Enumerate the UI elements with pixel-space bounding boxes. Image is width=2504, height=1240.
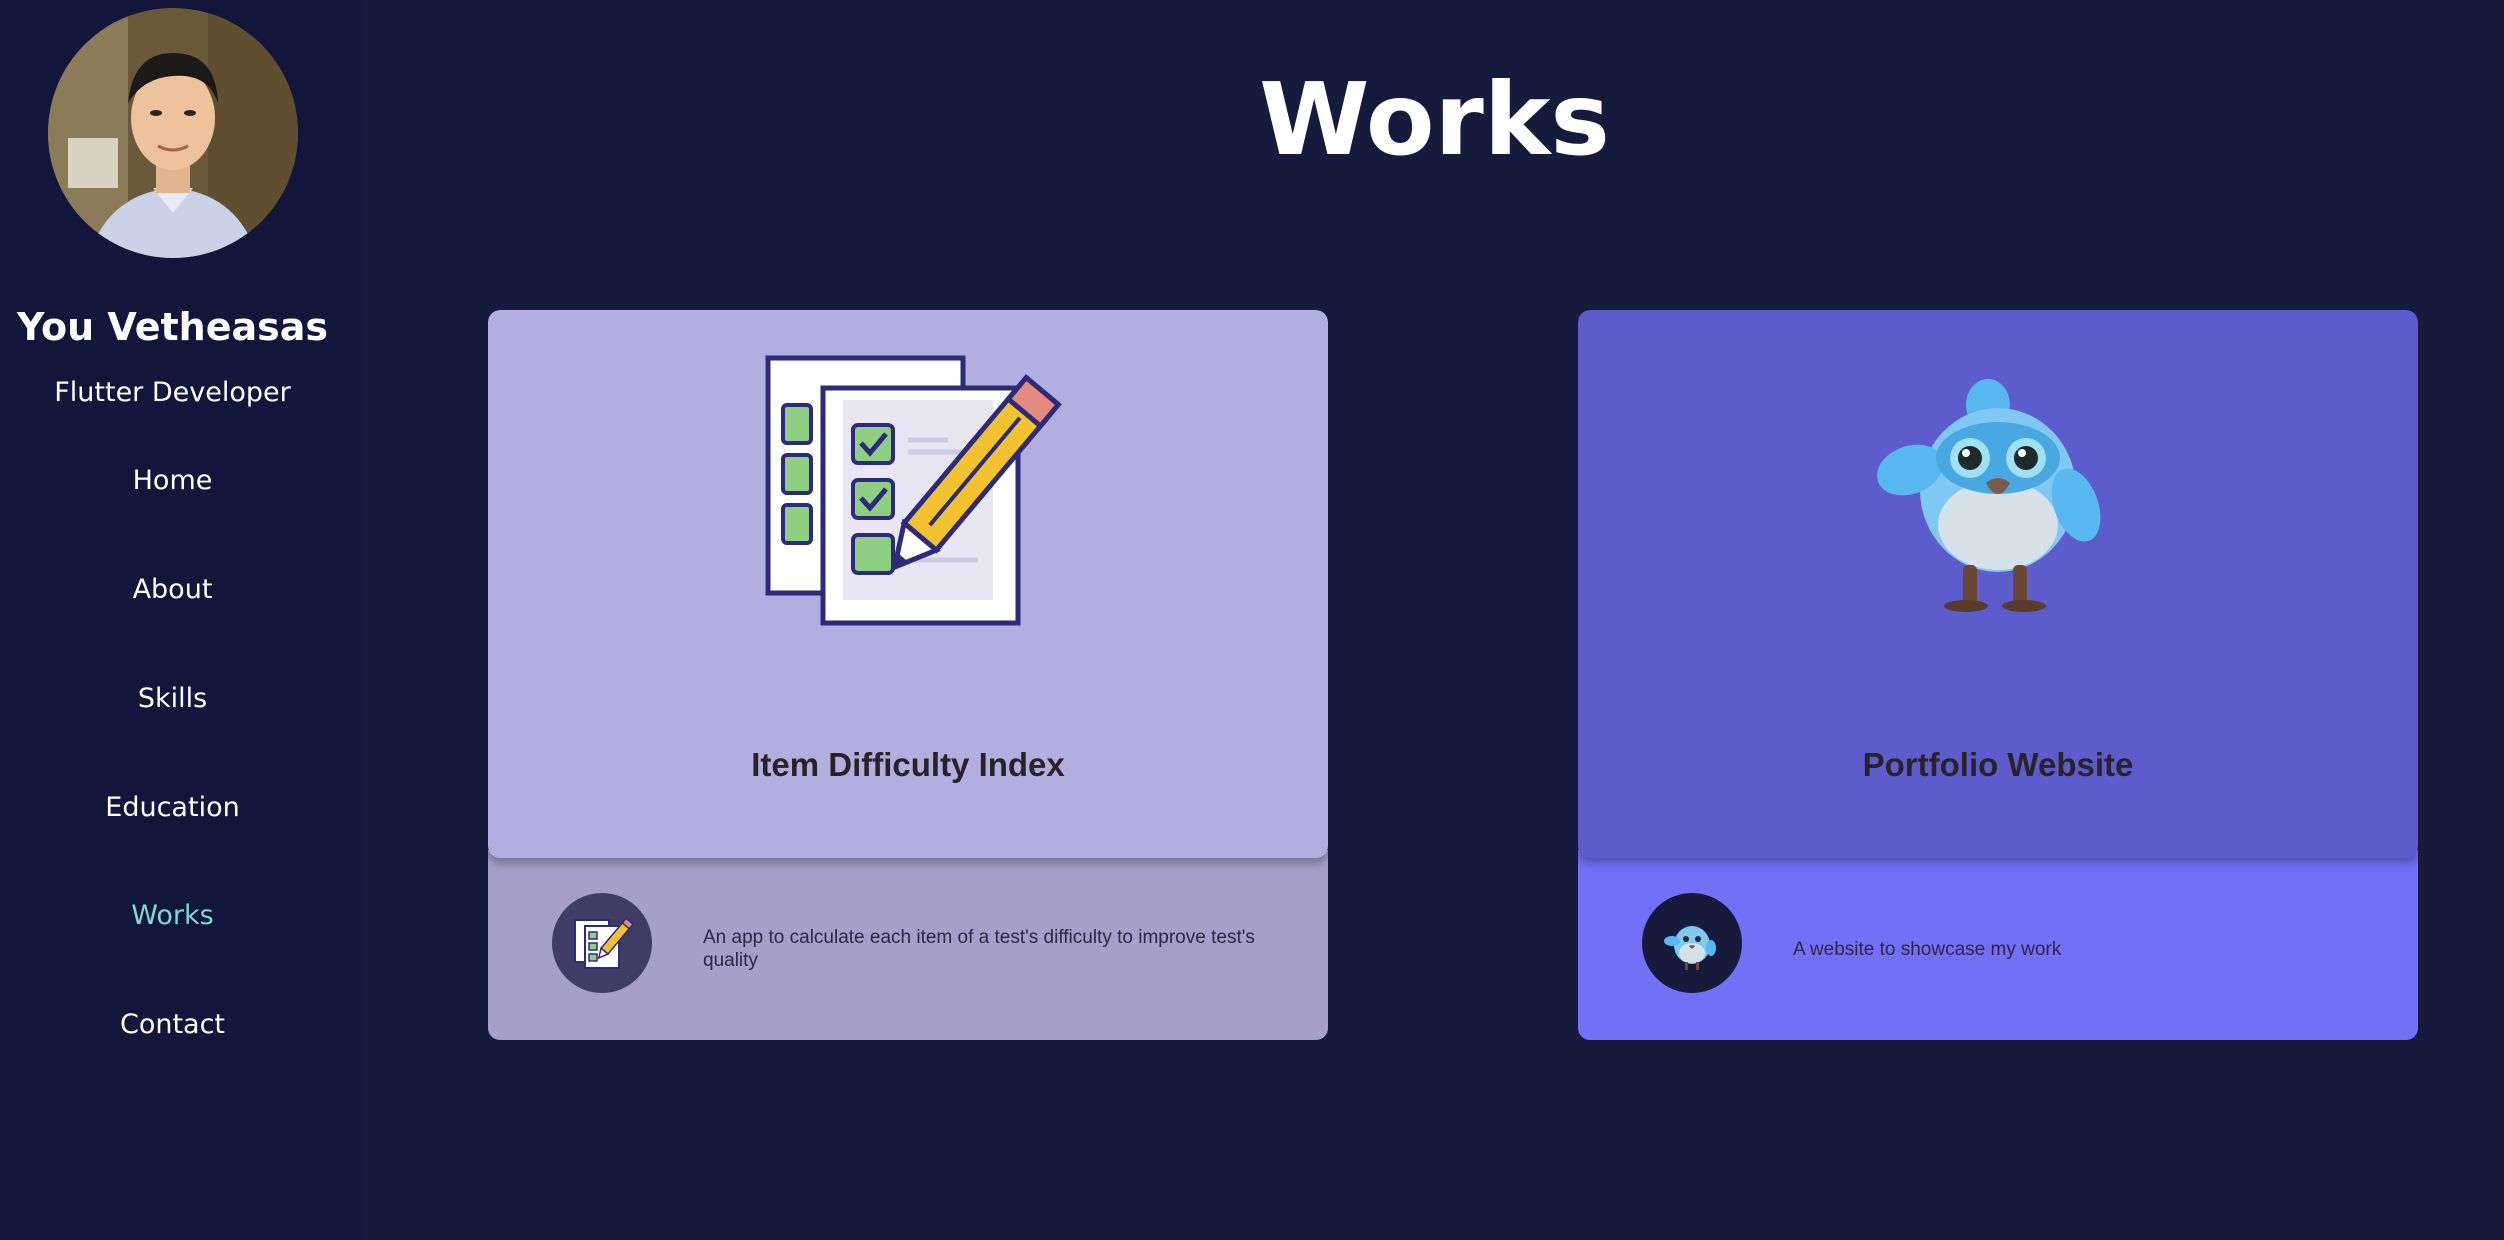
avatar <box>48 8 298 258</box>
project-title: Portfolio Website <box>1862 746 2134 783</box>
project-card-portfolio-website[interactable]: Portfolio Website A website to showcase … <box>1578 310 2418 1040</box>
page-title: Works <box>1259 61 1610 178</box>
nav-item-works[interactable]: Works <box>0 900 345 931</box>
nav-item-about[interactable]: About <box>0 574 345 605</box>
sidebar: You Vetheasas Flutter Developer Home Abo… <box>0 0 365 1240</box>
project-thumbnail-icon <box>1642 893 1742 993</box>
nav-item-education[interactable]: Education <box>0 792 345 823</box>
project-description: An app to calculate each item of a test'… <box>703 927 1255 971</box>
card-footer: An app to calculate each item of a test'… <box>488 850 1328 1040</box>
app-root: You Vetheasas Flutter Developer Home Abo… <box>0 0 2504 1240</box>
card-footer: A website to showcase my work <box>1578 850 2418 1040</box>
blue-bird-icon <box>1578 340 2418 640</box>
nav-item-home[interactable]: Home <box>0 465 345 496</box>
checklist-pencil-icon <box>488 340 1328 640</box>
project-thumbnail-icon <box>552 893 652 993</box>
project-title: Item Difficulty Index <box>751 746 1065 783</box>
nav-item-contact[interactable]: Contact <box>0 1009 345 1040</box>
project-card-item-difficulty-index[interactable]: Item Difficulty Index An app to calculat… <box>488 310 1328 1040</box>
nav-item-skills[interactable]: Skills <box>0 683 345 714</box>
card-header: Portfolio Website <box>1578 310 2418 858</box>
project-description: A website to showcase my work <box>1793 939 2062 960</box>
profile-role: Flutter Developer <box>54 377 291 408</box>
card-header: Item Difficulty Index <box>488 310 1328 858</box>
profile-name: You Vetheasas <box>16 305 329 349</box>
